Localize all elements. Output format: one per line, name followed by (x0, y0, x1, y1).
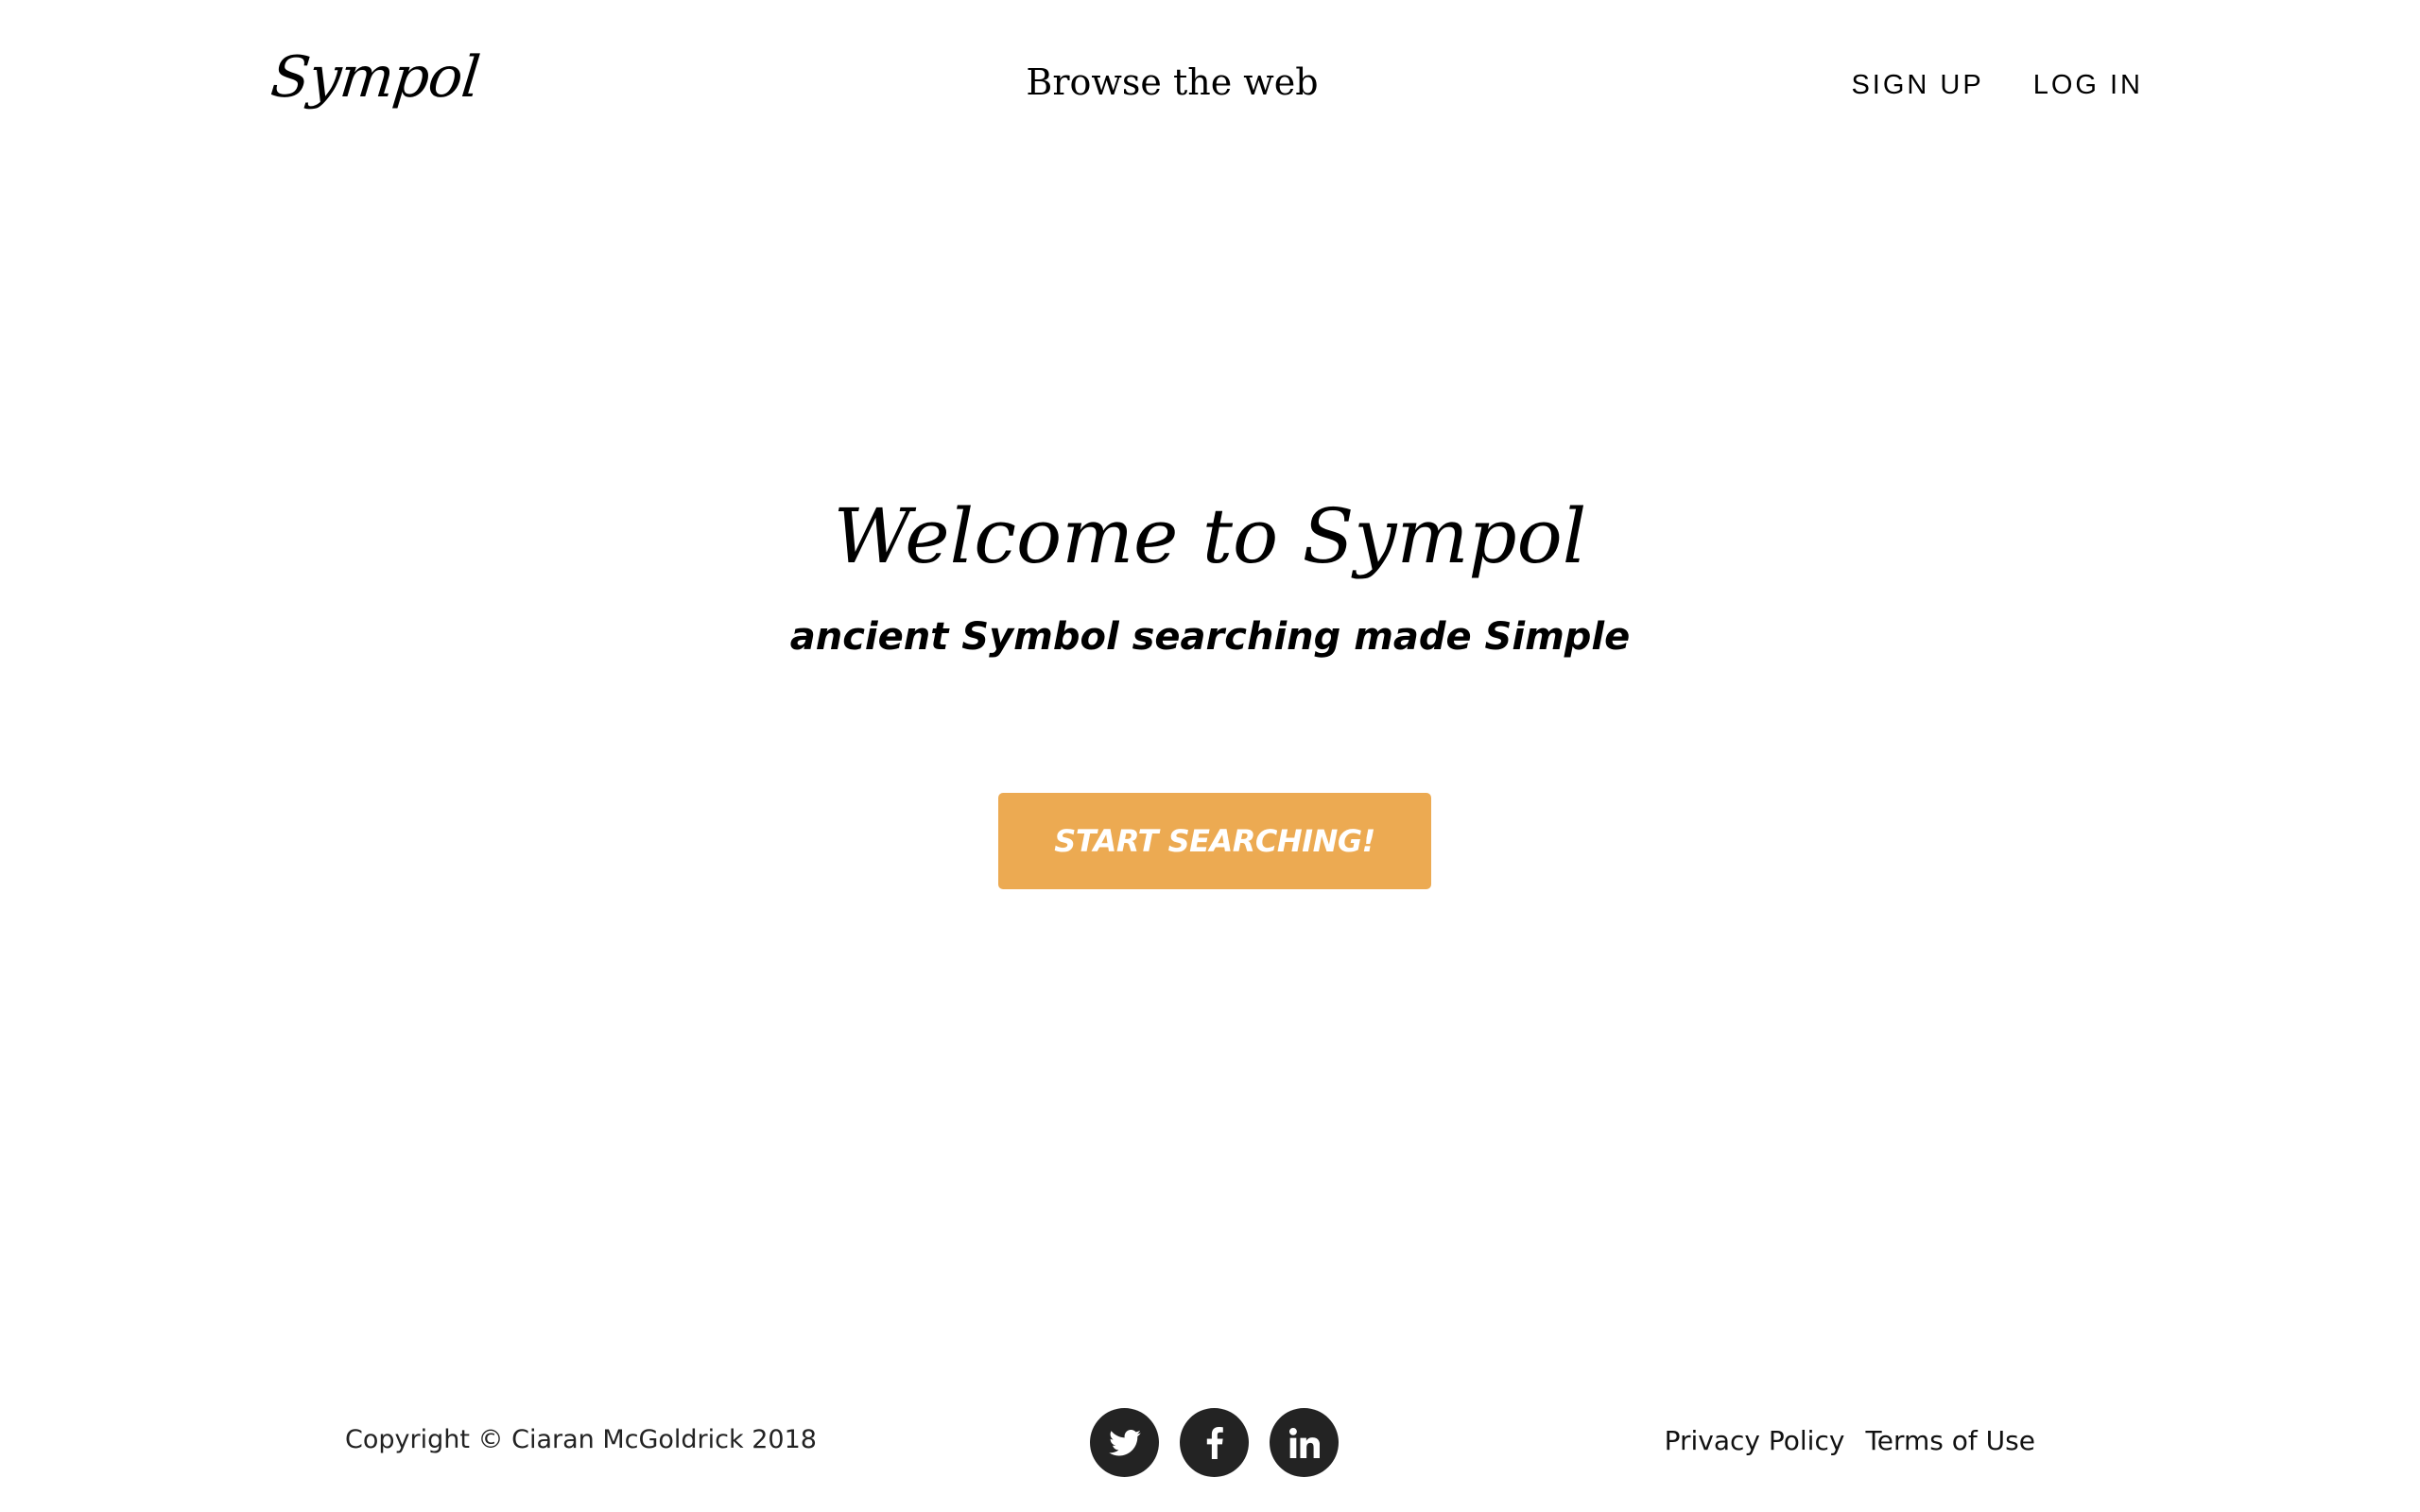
hero-subtitle: ancient Symbol searching made Simple (789, 615, 1631, 659)
auth-nav: SIGN UP LOG IN (1851, 69, 2143, 102)
linkedin-button[interactable] (1270, 1408, 1339, 1477)
social-links (1090, 1408, 1339, 1477)
copyright-text: Copyright © Ciaran McGoldrick 2018 (345, 1425, 817, 1454)
facebook-icon (1206, 1426, 1223, 1459)
footer-links: Privacy Policy Terms of Use (1665, 1425, 2035, 1457)
site-header: Sympol Browse the web SIGN UP LOG IN (0, 0, 2420, 180)
hero-title: Welcome to Sympol (833, 492, 1587, 580)
browse-the-web-link[interactable]: Browse the web (1002, 61, 1342, 105)
twitter-button[interactable] (1090, 1408, 1159, 1477)
terms-of-use-link[interactable]: Terms of Use (1865, 1425, 2035, 1457)
privacy-policy-link[interactable]: Privacy Policy (1665, 1425, 1845, 1457)
site-logo[interactable]: Sympol (268, 44, 482, 111)
twitter-icon (1108, 1429, 1141, 1455)
start-searching-button[interactable]: START SEARCHING! (998, 793, 1431, 889)
sign-up-link[interactable]: SIGN UP (1851, 69, 1983, 102)
facebook-button[interactable] (1180, 1408, 1249, 1477)
linkedin-icon (1288, 1427, 1320, 1458)
log-in-link[interactable]: LOG IN (2033, 69, 2143, 102)
